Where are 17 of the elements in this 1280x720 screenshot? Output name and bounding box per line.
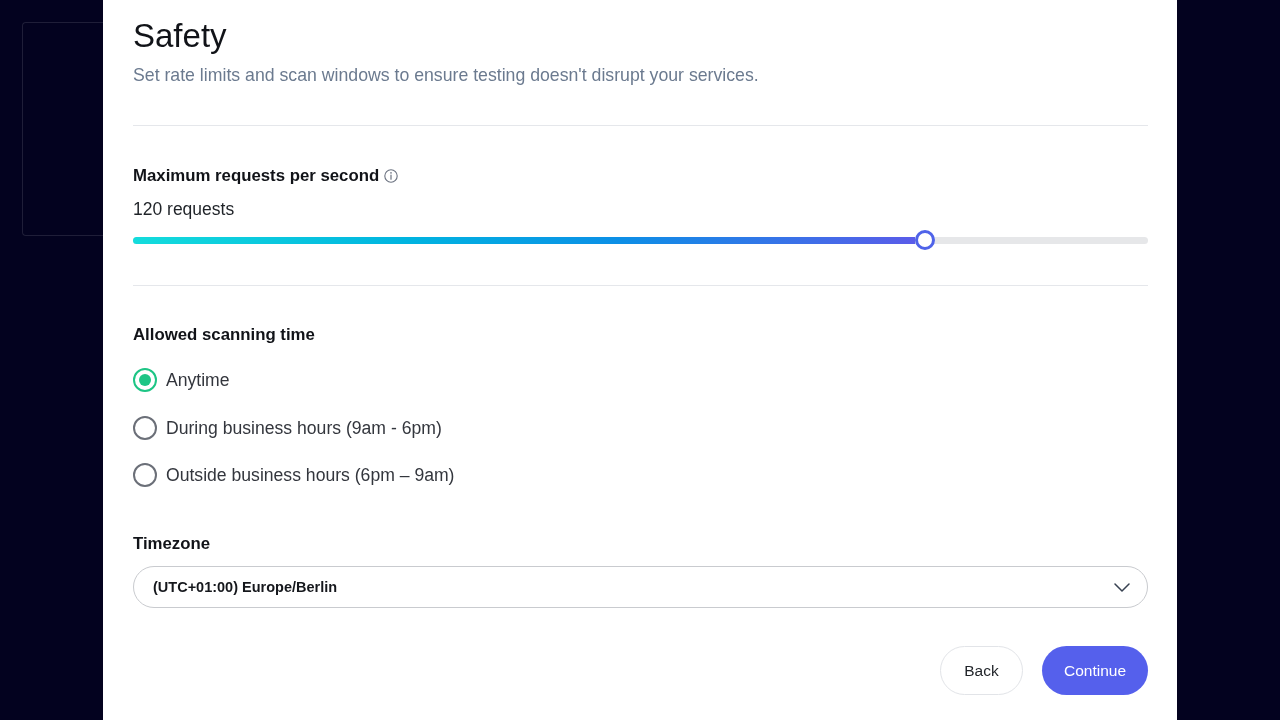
radio-button[interactable] [133,463,157,487]
radio-label[interactable]: Anytime [166,368,230,392]
radio-label[interactable]: During business hours (9am - 6pm) [166,415,442,440]
radio-button[interactable] [133,368,157,392]
slider-value: 120 requests [133,198,235,221]
field-label: Timezone [133,533,211,555]
radio-button[interactable] [133,415,157,440]
slider-handle[interactable] [914,230,935,250]
field-label: Allowed scanning time [133,324,315,346]
continue-button[interactable]: Continue [1042,646,1148,695]
page-title: Safety [133,16,227,56]
info-icon [384,169,399,183]
field-label: Maximum requests per second [133,165,380,187]
chevron-down-icon [1114,582,1130,592]
radio-label[interactable]: Outside business hours (6pm – 9am) [166,463,455,487]
back-button[interactable]: Back [940,646,1023,695]
page-description: Set rate limits and scan windows to ensure testing doesn't disrupt your services. [133,64,759,87]
